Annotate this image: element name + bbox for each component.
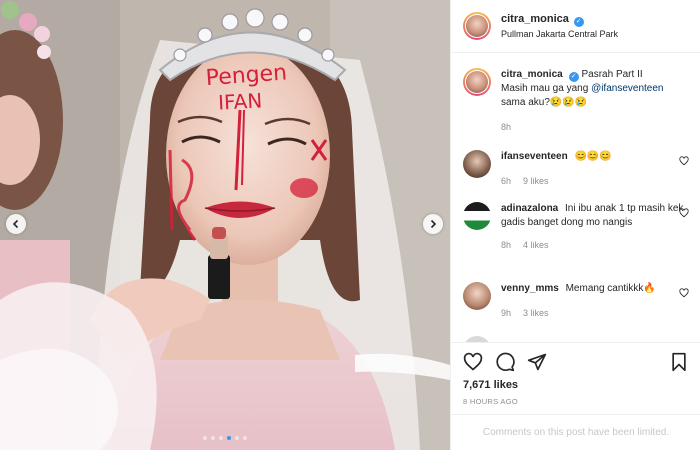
post-timestamp[interactable]: 8 HOURS AGO <box>463 397 689 406</box>
comment-time[interactable]: 9h <box>501 306 511 320</box>
post-actions: 7,671 likes 8 HOURS AGO <box>451 342 700 406</box>
forehead-text-line-2: IFAN <box>217 88 262 114</box>
previous-photo-button[interactable] <box>6 214 26 234</box>
caption-time[interactable]: 8h <box>501 120 511 134</box>
carousel-indicator <box>0 436 450 440</box>
commenter-avatar[interactable] <box>463 202 491 230</box>
author-avatar[interactable] <box>463 12 491 40</box>
comments-limited-notice: Comments on this post have been limited. <box>451 414 700 450</box>
comment-like-heart-icon[interactable] <box>679 208 689 218</box>
commenter-avatar[interactable] <box>463 282 491 310</box>
carousel-dot <box>211 436 215 440</box>
caption: citra_monica ✓ Pasrah Part II Masih mau g… <box>451 68 700 134</box>
comment-like-heart-icon[interactable] <box>679 156 689 166</box>
caption-avatar[interactable] <box>463 68 491 96</box>
comment-time[interactable]: 8h <box>501 238 511 252</box>
carousel-dot <box>203 436 207 440</box>
comment-item: adinazalona Ini ibu anak 1 tp masih kek … <box>451 202 700 252</box>
chevron-right-icon <box>430 219 437 229</box>
carousel-dot <box>243 436 247 440</box>
comment-likes[interactable]: 4 likes <box>523 238 549 252</box>
caption-username[interactable]: citra_monica <box>501 69 563 80</box>
comments-list[interactable]: citra_monica ✓ Pasrah Part II Masih mau g… <box>451 54 700 342</box>
comment-icon[interactable] <box>495 352 515 372</box>
comment-likes[interactable]: 9 likes <box>523 174 549 188</box>
post-location[interactable]: Pullman Jakarta Central Park <box>501 27 618 41</box>
bookmark-icon[interactable] <box>669 352 689 372</box>
carousel-dot-active <box>227 436 231 440</box>
verified-icon: ✓ <box>573 16 584 27</box>
post-photo: Pengen IFAN <box>0 0 450 450</box>
likes-count[interactable]: 7,671 likes <box>463 379 689 391</box>
instagram-post: Pengen IFAN citra_monica ✓ Pullman Jakar… <box>0 0 700 450</box>
caption-text: Pasrah Part II <box>581 69 643 80</box>
carousel-dot <box>219 436 223 440</box>
author-username[interactable]: citra_monica <box>501 13 569 25</box>
post-side-panel: citra_monica ✓ Pullman Jakarta Central P… <box>450 0 700 450</box>
caption-mention-link[interactable]: @ifanseventeen <box>591 83 663 94</box>
comment-item: ifanseventeen 😊😊😊 6h 9 likes <box>451 150 700 188</box>
comment-time[interactable]: 6h <box>501 174 511 188</box>
comment-username[interactable]: adinazalona <box>501 203 558 214</box>
share-icon[interactable] <box>527 352 547 372</box>
comment-username[interactable]: venny_mms <box>501 283 559 294</box>
heart-icon[interactable] <box>463 352 483 372</box>
post-media[interactable]: Pengen IFAN <box>0 0 450 450</box>
verified-icon: ✓ <box>568 72 579 82</box>
next-photo-button[interactable] <box>423 214 443 234</box>
chevron-left-icon <box>12 219 19 229</box>
carousel-dot <box>235 436 239 440</box>
comment-likes[interactable]: 3 likes <box>523 306 549 320</box>
caption-text-line-3: sama aku?😢😢😢 <box>501 97 588 108</box>
comment-item: venny_mms Memang cantikkk🔥 9h 3 likes <box>451 282 700 320</box>
comment-text: 😊😊😊 <box>574 151 612 162</box>
comment-username[interactable]: ifanseventeen <box>501 151 568 162</box>
caption-text-line-2: Masih mau ga yang <box>501 83 592 94</box>
commenter-avatar[interactable] <box>463 150 491 178</box>
comment-like-heart-icon[interactable] <box>679 288 689 298</box>
post-header: citra_monica ✓ Pullman Jakarta Central P… <box>451 0 700 53</box>
comment-text: Memang cantikkk🔥 <box>565 283 656 294</box>
